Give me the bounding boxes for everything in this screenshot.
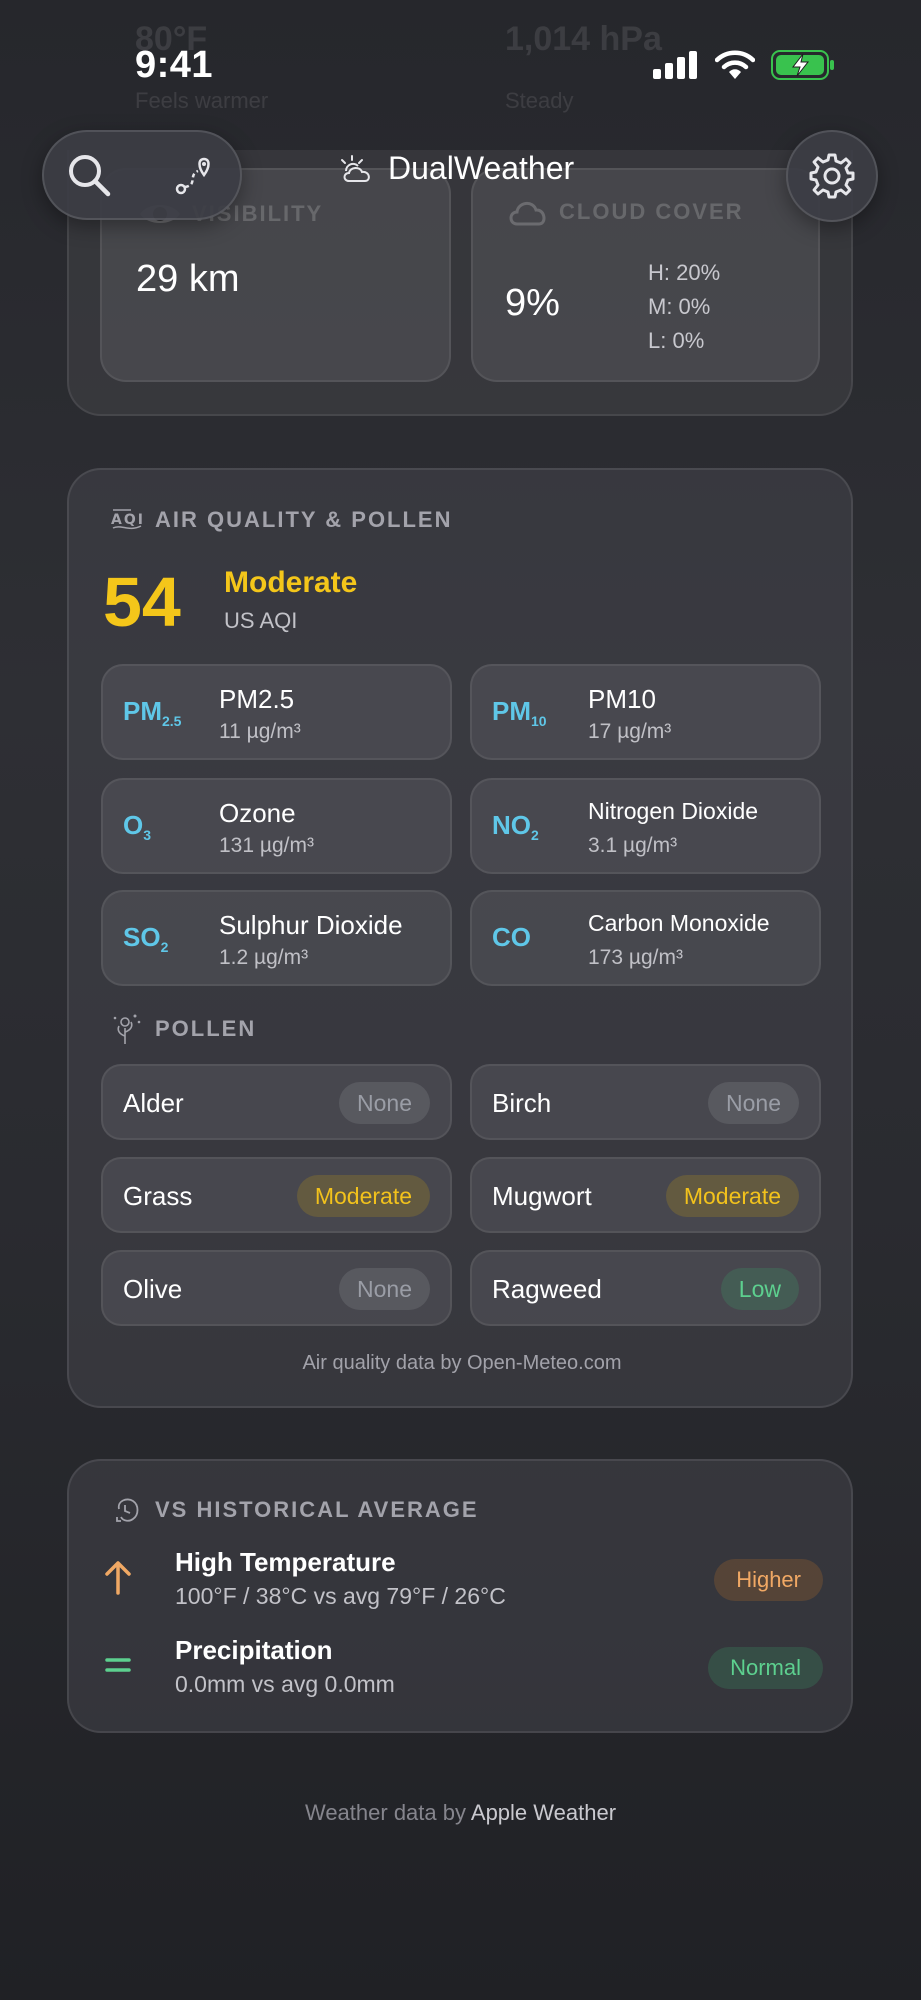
pollutant-value: 11 µg/m³ bbox=[219, 720, 301, 743]
aqi-value: 54 bbox=[103, 563, 181, 641]
pollen-name: Mugwort bbox=[492, 1181, 592, 1211]
history-status-badge: Higher bbox=[714, 1559, 823, 1601]
pollen-name: Olive bbox=[123, 1274, 183, 1304]
pollen-row-alder: Alder None bbox=[101, 1064, 452, 1140]
pollen-name: Alder bbox=[123, 1088, 184, 1118]
arrow-up-icon bbox=[105, 1561, 131, 1595]
pollen-row-mugwort: Mugwort Moderate bbox=[470, 1157, 821, 1233]
pollutant-symbol: O3 bbox=[123, 810, 152, 844]
pollen-level-badge: None bbox=[339, 1268, 430, 1310]
sun-cloud-icon bbox=[341, 154, 370, 182]
search-map-pill[interactable] bbox=[42, 130, 242, 220]
air-quality-heading: AIR QUALITY & POLLEN bbox=[155, 507, 453, 532]
search-icon[interactable] bbox=[66, 152, 112, 198]
pollutant-tile-no2: NO2 Nitrogen Dioxide 3.1 µg/m³ bbox=[470, 778, 821, 874]
pollutant-tile-ozone: O3 Ozone 131 µg/m³ bbox=[101, 778, 452, 874]
pollutant-tile-pm25: PM2.5 PM2.5 11 µg/m³ bbox=[101, 664, 452, 760]
pollen-level-badge: None bbox=[708, 1082, 799, 1124]
pollutant-name: PM2.5 bbox=[219, 684, 295, 714]
pollen-level-badge: None bbox=[339, 1082, 430, 1124]
history-detail: 100°F / 38°C vs avg 79°F / 26°C bbox=[175, 1583, 506, 1609]
pollutant-symbol: PM2.5 bbox=[123, 696, 182, 730]
pollutant-symbol: NO2 bbox=[492, 810, 539, 844]
aqi-scale: US AQI bbox=[224, 608, 298, 633]
pollutant-value: 3.1 µg/m³ bbox=[588, 834, 678, 857]
settings-button[interactable] bbox=[786, 130, 878, 222]
footer-prefix: Weather data by bbox=[304, 1800, 466, 1825]
cloud-cover-label: CLOUD COVER bbox=[559, 199, 744, 224]
pollutant-value: 17 µg/m³ bbox=[588, 720, 672, 743]
pollen-row-olive: Olive None bbox=[101, 1250, 452, 1326]
history-row-precipitation: Precipitation 0.0mm vs avg 0.0mm Normal bbox=[103, 1635, 823, 1705]
pollutant-symbol: CO bbox=[492, 922, 531, 952]
pollen-level-badge: Low bbox=[720, 1268, 799, 1310]
history-detail: 0.0mm vs avg 0.0mm bbox=[175, 1671, 395, 1697]
cloud-icon bbox=[509, 202, 546, 226]
gear-icon bbox=[809, 153, 855, 199]
history-title: High Temperature bbox=[175, 1547, 396, 1577]
pollen-row-grass: Grass Moderate bbox=[101, 1157, 452, 1233]
status-time: 9:41 bbox=[135, 44, 214, 86]
equals-icon bbox=[105, 1658, 131, 1672]
pollutant-tile-so2: SO2 Sulphur Dioxide 1.2 µg/m³ bbox=[101, 890, 452, 986]
svg-text:AQI: AQI bbox=[111, 512, 143, 528]
cloud-low: L: 0% bbox=[648, 328, 705, 353]
pollutant-symbol: PM10 bbox=[492, 696, 547, 730]
pollen-level-badge: Moderate bbox=[296, 1175, 430, 1217]
aqi-icon: AQI bbox=[111, 509, 143, 530]
pollutant-value: 131 µg/m³ bbox=[219, 834, 314, 857]
historical-average-card: VS HISTORICAL AVERAGE High Temperature 1… bbox=[67, 1459, 853, 1733]
route-icon[interactable] bbox=[174, 155, 214, 195]
air-quality-card: AQI AIR QUALITY & POLLEN 54 Moderate US … bbox=[67, 468, 853, 1408]
wifi-icon bbox=[715, 50, 755, 79]
pollutant-name: Carbon Monoxide bbox=[588, 910, 770, 936]
pollutant-symbol: SO2 bbox=[123, 922, 169, 956]
historical-heading: VS HISTORICAL AVERAGE bbox=[155, 1497, 479, 1522]
weather-source-link[interactable]: Apple Weather bbox=[471, 1800, 616, 1825]
pollen-flower-icon bbox=[113, 1014, 141, 1044]
pollutant-name: Sulphur Dioxide bbox=[219, 910, 403, 940]
app-title: DualWeather bbox=[340, 150, 574, 187]
pollutant-name: PM10 bbox=[588, 684, 656, 714]
pollen-row-ragweed: Ragweed Low bbox=[470, 1250, 821, 1326]
cloud-cover-value: 9% bbox=[505, 282, 560, 324]
pollen-name: Ragweed bbox=[492, 1274, 602, 1304]
cloud-cover-card: CLOUD COVER 9% H: 20% M: 0% L: 0% bbox=[471, 168, 820, 382]
battery-charging-icon bbox=[771, 50, 834, 80]
pollen-row-birch: Birch None bbox=[470, 1064, 821, 1140]
cloud-mid: M: 0% bbox=[648, 294, 711, 319]
visibility-value: 29 km bbox=[136, 258, 240, 300]
footer-credit: Weather data by Apple Weather bbox=[0, 1800, 921, 1826]
pollutant-name: Ozone bbox=[219, 798, 296, 828]
pollutant-tile-pm10: PM10 PM10 17 µg/m³ bbox=[470, 664, 821, 760]
history-icon bbox=[116, 1498, 139, 1522]
pollutant-value: 1.2 µg/m³ bbox=[219, 946, 309, 969]
status-bar: 9:41 bbox=[0, 0, 921, 120]
pollen-heading: POLLEN bbox=[155, 1016, 257, 1041]
history-status-badge: Normal bbox=[708, 1647, 823, 1689]
pollutant-value: 173 µg/m³ bbox=[588, 946, 683, 969]
history-row-temperature: High Temperature 100°F / 38°C vs avg 79°… bbox=[103, 1547, 823, 1617]
pollutant-name: Nitrogen Dioxide bbox=[588, 798, 759, 824]
aqi-level: Moderate bbox=[224, 566, 358, 599]
app-title-text: DualWeather bbox=[388, 150, 575, 186]
cloud-high: H: 20% bbox=[648, 260, 721, 285]
pollen-level-badge: Moderate bbox=[665, 1175, 799, 1217]
pollen-name: Birch bbox=[492, 1088, 552, 1118]
pollen-name: Grass bbox=[123, 1181, 193, 1211]
history-title: Precipitation bbox=[175, 1635, 333, 1665]
cellular-signal-icon bbox=[653, 51, 697, 79]
pollutant-tile-co: CO Carbon Monoxide 173 µg/m³ bbox=[470, 890, 821, 986]
air-quality-credit[interactable]: Air quality data by Open-Meteo.com bbox=[69, 1352, 855, 1375]
